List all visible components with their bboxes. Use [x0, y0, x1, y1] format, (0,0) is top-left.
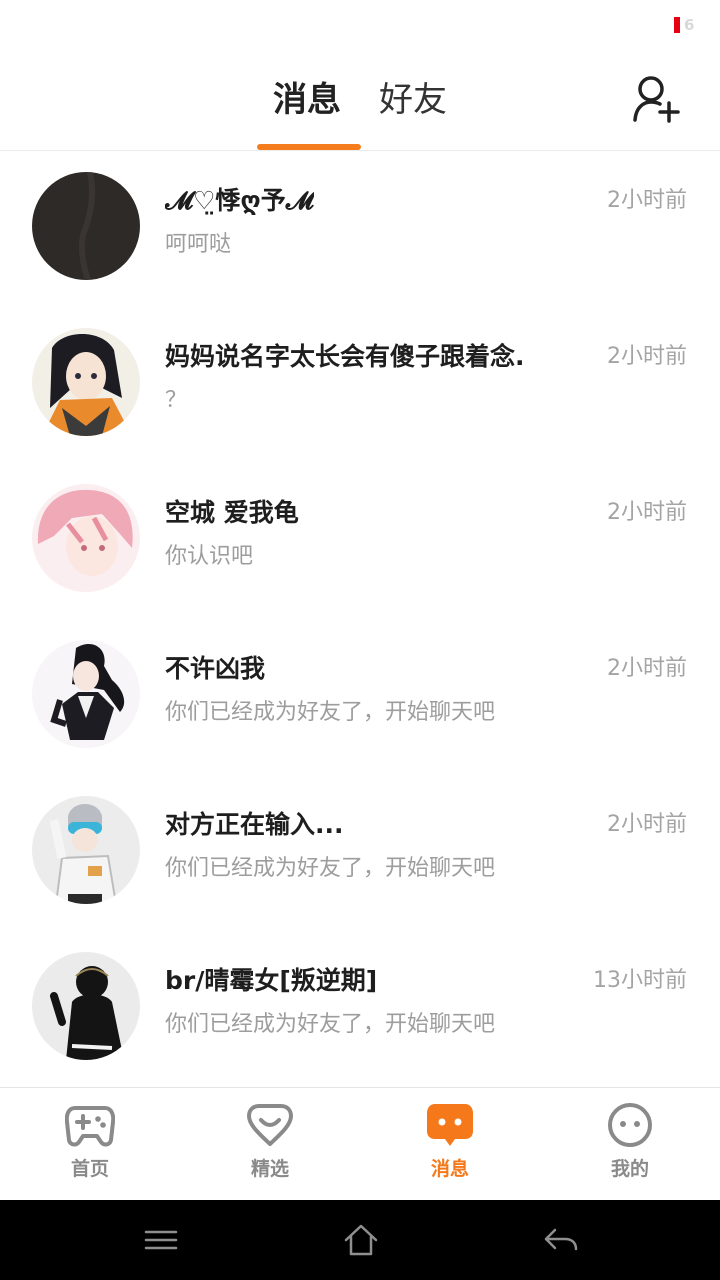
goggles-boy-avatar[interactable] [32, 796, 140, 904]
nav-label: 消息 [430, 1158, 469, 1180]
message-preview: 你们已经成为好友了，开始聊天吧 [165, 856, 496, 881]
nav-label: 我的 [610, 1158, 649, 1180]
heart-badge-icon [247, 1104, 293, 1146]
pink-hair-avatar[interactable] [32, 484, 140, 592]
message-preview: 你们已经成为好友了，开始聊天吧 [165, 1012, 496, 1037]
message-row[interactable]: 不许凶我 你们已经成为好友了，开始聊天吧 2小时前 [0, 620, 720, 776]
nav-item-home[interactable]: 首页 [0, 1088, 180, 1201]
message-preview: 你认识吧 [165, 544, 254, 569]
message-time: 2小时前 [607, 656, 687, 681]
message-list: 𝓜♡̤悸ღ予𝓜 呵呵哒 2小时前 妈妈说名字太长会有傻子跟着念. ？ 2小时前 [0, 152, 720, 1088]
add-friend-button[interactable] [632, 74, 682, 124]
nav-item-messages[interactable]: 消息 [360, 1088, 540, 1201]
message-row[interactable]: 妈妈说名字太长会有傻子跟着念. ？ 2小时前 [0, 308, 720, 464]
contact-name: 空城 爱我龟 [165, 498, 299, 527]
app-screen: 6 消息 好友 𝓜♡̤悸ღ予𝓜 呵呵哒 2小时前 妈妈说名字太长会有傻子跟着念.… [0, 0, 720, 1280]
contact-name: 妈妈说名字太长会有傻子跟着念. [165, 342, 525, 371]
message-time: 2小时前 [607, 500, 687, 525]
add-person-icon [633, 76, 680, 123]
status-indicator: 6 [674, 16, 702, 34]
system-nav-bar [0, 1200, 720, 1280]
message-preview: ？ [165, 388, 188, 413]
message-row[interactable]: 𝓜♡̤悸ღ予𝓜 呵呵哒 2小时前 [0, 152, 720, 308]
gamepad-icon [65, 1106, 115, 1147]
message-preview: 你们已经成为好友了，开始聊天吧 [165, 700, 496, 725]
message-row[interactable]: 对方正在输入... 你们已经成为好友了，开始聊天吧 2小时前 [0, 776, 720, 932]
ponytail-girl-avatar[interactable] [32, 640, 140, 748]
home-icon[interactable] [341, 1220, 381, 1260]
header-bar: 消息 好友 [0, 52, 720, 151]
menu-icon[interactable] [141, 1220, 181, 1260]
contact-name: 不许凶我 [165, 654, 266, 683]
message-time: 2小时前 [607, 188, 687, 213]
dark-hair-back-avatar[interactable] [32, 952, 140, 1060]
nav-label: 首页 [70, 1158, 109, 1180]
message-row[interactable]: br/晴霉女[叛逆期] 你们已经成为好友了，开始聊天吧 13小时前 [0, 932, 720, 1088]
status-bar: 6 [0, 0, 720, 52]
contact-name: br/晴霉女[叛逆期] [165, 966, 378, 995]
tab-friends[interactable]: 好友 [379, 78, 447, 122]
message-preview: 呵呵哒 [165, 232, 232, 257]
status-red-mark [674, 17, 680, 33]
contact-name: 𝓜♡̤悸ღ予𝓜 [165, 186, 314, 215]
message-time: 2小时前 [607, 812, 687, 837]
dark-avatar[interactable] [32, 172, 140, 280]
nav-label: 精选 [250, 1158, 289, 1180]
chat-bubble-icon [427, 1104, 473, 1146]
tab-messages[interactable]: 消息 [273, 78, 341, 122]
status-badge-number: 6 [684, 16, 695, 34]
nav-item-featured[interactable]: 精选 [180, 1088, 360, 1201]
nav-item-profile[interactable]: 我的 [540, 1088, 720, 1201]
anime-girl-orange-avatar[interactable] [32, 328, 140, 436]
bottom-nav: 首页 精选 消息 我的 [0, 1087, 720, 1200]
message-time: 13小时前 [593, 968, 687, 993]
message-row[interactable]: 空城 爱我龟 你认识吧 2小时前 [0, 464, 720, 620]
contact-name: 对方正在输入... [165, 810, 344, 839]
message-time: 2小时前 [607, 344, 687, 369]
smiley-face-icon [608, 1103, 652, 1147]
active-tab-indicator [257, 144, 361, 150]
back-icon[interactable] [541, 1220, 581, 1260]
